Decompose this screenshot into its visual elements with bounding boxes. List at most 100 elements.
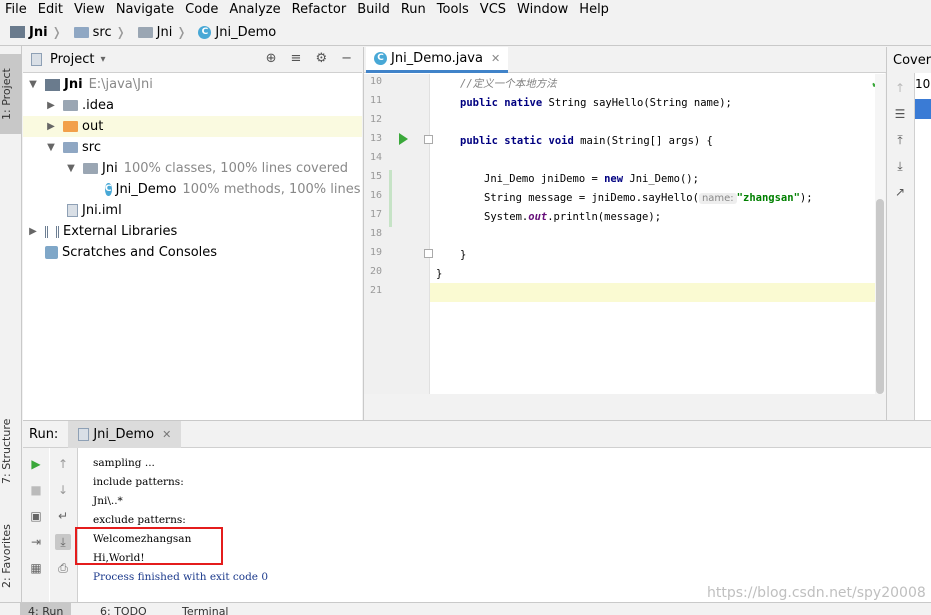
arrow-up-icon[interactable]: ↑ xyxy=(893,81,907,95)
class-icon: C xyxy=(105,183,112,196)
tree-item-idea[interactable]: ▶ .idea xyxy=(23,95,362,116)
tab-jni-demo-java[interactable]: C Jni_Demo.java ✕ xyxy=(366,47,509,73)
breadcrumb-item-class[interactable]: C Jni_Demo xyxy=(198,25,276,40)
close-icon[interactable]: ✕ xyxy=(162,428,171,441)
package-icon xyxy=(83,163,98,174)
source-folder-icon xyxy=(73,26,89,38)
chevron-down-icon[interactable]: ▼ xyxy=(27,79,39,90)
tree-item-out[interactable]: ▶ out xyxy=(23,116,362,137)
module-file-icon xyxy=(67,204,78,217)
tree-item-external-libraries[interactable]: ▶ External Libraries xyxy=(23,221,362,242)
soft-wrap-icon[interactable]: ↵ xyxy=(55,508,71,524)
chevron-down-icon[interactable]: ▼ xyxy=(65,163,77,174)
stop-icon[interactable]: ■ xyxy=(28,482,44,498)
coverage-list: 100 xyxy=(914,73,931,420)
tree-item-src[interactable]: ▼ src xyxy=(23,137,362,158)
menu-run[interactable]: Run xyxy=(401,2,426,17)
watermark: https://blog.csdn.net/spy20008 xyxy=(707,585,926,601)
project-panel-title[interactable]: Project xyxy=(50,52,94,67)
menu-vcs[interactable]: VCS xyxy=(480,2,506,17)
tab-todo[interactable]: 6: TODO xyxy=(100,603,147,615)
scrollbar-thumb[interactable] xyxy=(876,199,884,394)
tab-terminal[interactable]: Terminal xyxy=(182,603,229,615)
run-gutter-icon[interactable] xyxy=(399,133,408,145)
tab-project[interactable]: 1: Project xyxy=(0,54,22,134)
breadcrumb-item-project[interactable]: Jni ❭ xyxy=(10,25,68,40)
line-number: 21 xyxy=(369,285,382,296)
line-number: 10 xyxy=(369,76,382,87)
library-icon xyxy=(45,225,59,238)
login-icon[interactable]: ⇥ xyxy=(28,534,44,550)
run-toolbar-primary: ▶ ■ ▣ ⇥ ▦ xyxy=(23,448,49,603)
run-toolbar-secondary: ↑ ↓ ↵ ⤓ ⎙ xyxy=(50,448,78,603)
tree-item-scratches[interactable]: Scratches and Consoles xyxy=(23,242,362,263)
chevron-down-icon[interactable]: ▾ xyxy=(100,54,105,65)
arrow-down-icon[interactable]: ↓ xyxy=(55,482,71,498)
tree-item-package-jni[interactable]: ▼ Jni 100% classes, 100% lines covered xyxy=(23,158,362,179)
locate-icon[interactable]: ⊕ xyxy=(266,51,277,66)
line-number: 11 xyxy=(369,95,382,106)
menu-tools[interactable]: Tools xyxy=(437,2,469,17)
tab-structure[interactable]: 7: Structure xyxy=(0,411,22,491)
tree-item-jni-iml[interactable]: Jni.iml xyxy=(23,200,362,221)
menu-code[interactable]: Code xyxy=(185,2,218,17)
generate-report-icon[interactable]: ↗ xyxy=(893,185,907,199)
scratches-icon xyxy=(45,246,58,259)
line-number: 18 xyxy=(369,228,382,239)
menu-help[interactable]: Help xyxy=(579,2,609,17)
print-icon[interactable]: ⎙ xyxy=(55,560,71,576)
coverage-selected-row[interactable] xyxy=(915,99,931,119)
menu-edit[interactable]: Edit xyxy=(38,2,63,17)
menu-file[interactable]: File xyxy=(5,2,27,17)
rerun-coverage-icon[interactable]: ▶ xyxy=(28,456,44,472)
bottom-tool-tabs: 4: Run 6: TODO Terminal xyxy=(0,602,931,615)
import-icon[interactable]: ⤒ xyxy=(893,133,907,147)
breadcrumb-item-package[interactable]: Jni ❭ xyxy=(137,25,193,40)
menu-refactor[interactable]: Refactor xyxy=(292,2,347,17)
code-editor: C Jni_Demo.java ✕ 10 11 12 13 14 15 16 1… xyxy=(363,47,886,420)
chevron-right-icon[interactable]: ▶ xyxy=(45,100,57,111)
tree-item-project-root[interactable]: ▼ Jni E:\java\Jni xyxy=(23,74,362,95)
editor-scrollbar[interactable] xyxy=(875,74,885,394)
output-folder-icon xyxy=(63,121,78,132)
menu-build[interactable]: Build xyxy=(357,2,390,17)
close-icon[interactable]: ✕ xyxy=(491,52,500,65)
coverage-toolbar: ↑ ☰ ⤒ ⤓ ↗ xyxy=(887,73,913,420)
run-label: Run: xyxy=(29,426,59,442)
menu-navigate[interactable]: Navigate xyxy=(116,2,174,17)
line-number: 16 xyxy=(369,190,382,201)
current-line-highlight xyxy=(430,283,875,302)
fold-icon[interactable] xyxy=(424,249,433,258)
tab-run[interactable]: 4: Run xyxy=(20,603,72,615)
tab-favorites[interactable]: 2: Favorites xyxy=(0,506,22,606)
breadcrumb-item-src[interactable]: src ❭ xyxy=(73,25,132,40)
code-line: String message = jniDemo.sayHello(name: "… xyxy=(484,192,813,204)
layout-icon[interactable]: ▦ xyxy=(28,560,44,576)
collapse-all-icon[interactable]: ≡ xyxy=(291,51,302,66)
chevron-down-icon[interactable]: ▼ xyxy=(45,142,57,153)
chevron-right-icon[interactable]: ▶ xyxy=(27,226,39,237)
chevron-right-icon: ❭ xyxy=(115,25,126,39)
project-view-icon xyxy=(31,53,42,66)
tab-run-jni-demo[interactable]: Jni_Demo ✕ xyxy=(68,420,182,448)
fold-icon[interactable] xyxy=(424,135,433,144)
run-config-icon xyxy=(78,427,90,441)
menu-bar: File Edit View Navigate Code Analyze Ref… xyxy=(0,0,931,19)
code-line: public native String sayHello(String nam… xyxy=(460,97,732,109)
flatten-packages-icon[interactable]: ☰ xyxy=(893,107,907,121)
menu-view[interactable]: View xyxy=(74,2,105,17)
hide-icon[interactable]: − xyxy=(341,51,352,66)
tree-item-jni-demo[interactable]: C Jni_Demo 100% methods, 100% lines cov xyxy=(23,179,362,200)
gear-icon[interactable]: ⚙ xyxy=(315,51,327,66)
coverage-panel-title[interactable]: Covera xyxy=(887,47,931,73)
scroll-to-end-icon[interactable]: ⤓ xyxy=(55,534,71,550)
annotation-highlight-box xyxy=(75,527,223,565)
arrow-up-icon[interactable]: ↑ xyxy=(55,456,71,472)
camera-icon[interactable]: ▣ xyxy=(28,508,44,524)
code-line: System.out.println(message); xyxy=(484,211,662,223)
export-icon[interactable]: ⤓ xyxy=(893,159,907,173)
chevron-right-icon[interactable]: ▶ xyxy=(45,121,57,132)
class-icon: C xyxy=(374,52,387,65)
menu-analyze[interactable]: Analyze xyxy=(229,2,280,17)
menu-window[interactable]: Window xyxy=(517,2,568,17)
